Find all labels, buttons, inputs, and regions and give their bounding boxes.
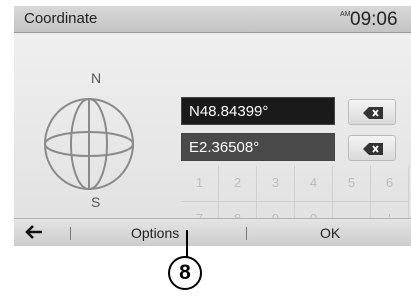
navigation-screen: Coordinate AM 09:06 N S N48.84399° E2.36… — [14, 6, 411, 246]
key-6[interactable]: 6 — [371, 166, 409, 202]
key-4[interactable]: 4 — [295, 166, 333, 202]
longitude-field[interactable]: E2.36508° — [181, 133, 335, 161]
coordinate-panel: N S N48.84399° E2.36508° 1 2 3 4 5 6 — [14, 34, 411, 238]
page-title: Coordinate — [24, 10, 98, 27]
key-5[interactable]: 5 — [333, 166, 371, 202]
compass-south-label: S — [91, 194, 101, 210]
back-arrow-icon[interactable] — [24, 225, 44, 239]
options-button[interactable]: Options — [131, 225, 179, 241]
key-2[interactable]: 2 — [219, 166, 257, 202]
backspace-icon — [363, 107, 383, 119]
latitude-field[interactable]: N48.84399° — [181, 97, 335, 125]
separator — [70, 227, 71, 240]
bottom-bar: Options OK — [14, 218, 411, 246]
separator — [246, 227, 247, 240]
clock: 09:06 — [350, 9, 398, 30]
callout-number: 8 — [168, 256, 202, 290]
backspace-icon — [363, 143, 383, 155]
header-bar: Coordinate AM 09:06 — [14, 6, 411, 33]
compass-north-label: N — [91, 70, 102, 86]
key-1[interactable]: 1 — [181, 166, 219, 202]
globe-icon — [44, 98, 134, 190]
ok-button[interactable]: OK — [320, 225, 340, 241]
delete-longitude-button[interactable] — [348, 135, 396, 161]
key-3[interactable]: 3 — [257, 166, 295, 202]
delete-latitude-button[interactable] — [348, 99, 396, 125]
clock-ampm: AM — [340, 11, 351, 18]
callout-leader-line — [186, 230, 188, 258]
